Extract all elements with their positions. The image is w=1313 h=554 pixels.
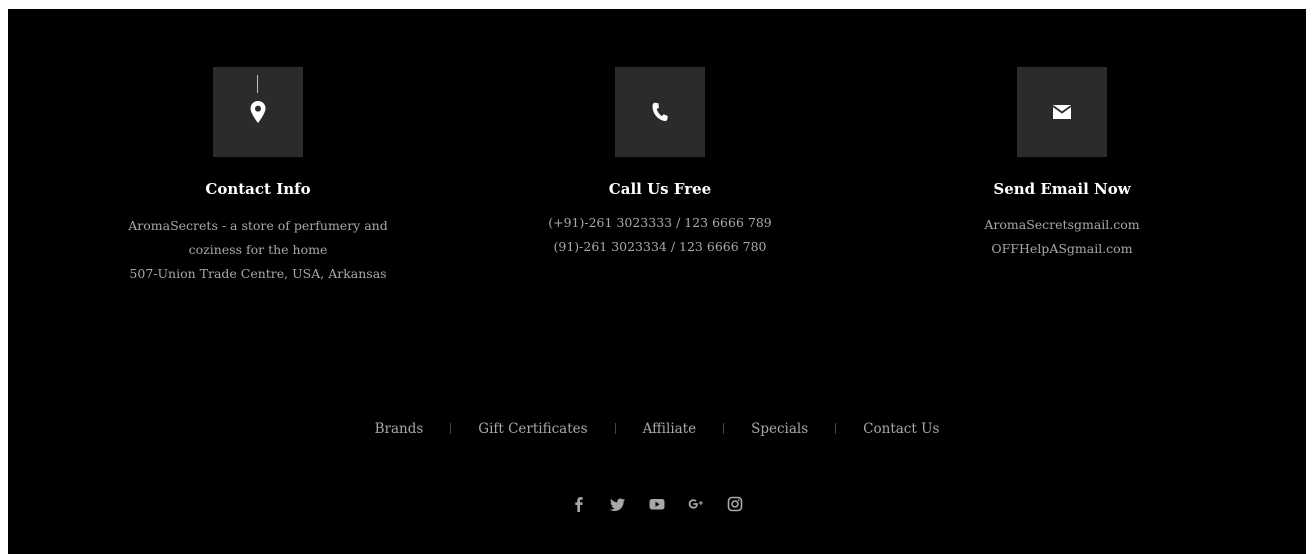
- location-pin-icon: [250, 101, 266, 123]
- facebook-icon[interactable]: [569, 494, 589, 514]
- contact-address: 507-Union Trade Centre, USA, Arkansas: [129, 266, 387, 281]
- email-title: Send Email Now: [993, 180, 1131, 198]
- contact-info-title: Contact Info: [205, 180, 311, 198]
- contact-icon-box: [213, 67, 303, 157]
- contact-line: coziness for the home: [188, 242, 328, 257]
- link-affiliate[interactable]: Affiliate: [643, 421, 697, 437]
- twitter-icon[interactable]: [608, 494, 628, 514]
- contact-info-text: AromaSecrets - a store of perfumery and …: [58, 214, 458, 286]
- link-divider: [614, 423, 616, 434]
- instagram-icon[interactable]: [725, 494, 745, 514]
- link-brands[interactable]: Brands: [375, 421, 424, 437]
- link-specials[interactable]: Specials: [751, 421, 808, 437]
- link-divider: [723, 423, 725, 434]
- pin-string-line: [257, 75, 258, 93]
- phone-line[interactable]: (91)-261 3023334 / 123 6666 780: [460, 235, 860, 259]
- link-contact-us[interactable]: Contact Us: [863, 421, 939, 437]
- youtube-icon[interactable]: [647, 494, 667, 514]
- phone-icon: [652, 102, 668, 122]
- email-address[interactable]: AromaSecretsgmail.com: [862, 213, 1262, 237]
- google-plus-icon[interactable]: [686, 494, 706, 514]
- phone-line[interactable]: (+91)-261 3023333 / 123 6666 789: [460, 211, 860, 235]
- email-address[interactable]: OFFHelpASgmail.com: [862, 237, 1262, 261]
- footer: Contact Info AromaSecrets - a store of p…: [8, 9, 1306, 554]
- email-column: Send Email Now AromaSecretsgmail.com OFF…: [862, 9, 1262, 261]
- envelope-icon: [1053, 105, 1071, 119]
- footer-links: Brands Gift Certificates Affiliate Specials…: [8, 421, 1306, 437]
- contact-info-column: Contact Info AromaSecrets - a store of p…: [58, 9, 458, 286]
- email-icon-box: [1017, 67, 1107, 157]
- link-divider: [835, 423, 837, 434]
- call-us-title: Call Us Free: [608, 180, 712, 198]
- call-us-column: Call Us Free (+91)-261 3023333 / 123 666…: [460, 9, 860, 259]
- contact-line: AromaSecrets - a store of perfumery and: [128, 218, 388, 233]
- link-divider: [450, 423, 452, 434]
- email-text: AromaSecretsgmail.com OFFHelpASgmail.com: [862, 213, 1262, 261]
- phone-icon-box: [615, 67, 705, 157]
- call-us-text: (+91)-261 3023333 / 123 6666 789 (91)-26…: [460, 211, 860, 259]
- social-links: [8, 493, 1306, 514]
- link-gift-certificates[interactable]: Gift Certificates: [478, 421, 587, 437]
